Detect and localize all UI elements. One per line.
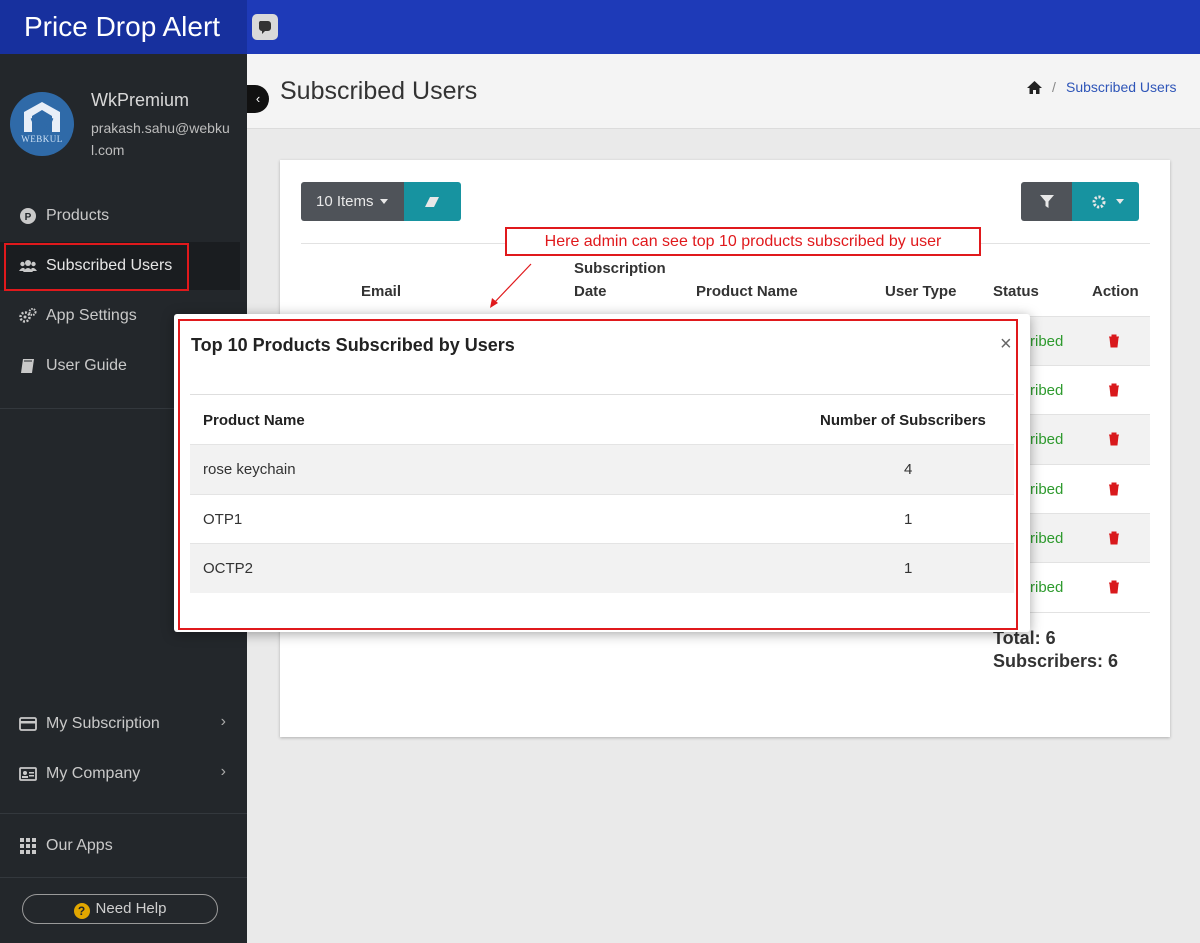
sidebar-divider [0,877,247,878]
need-help-label: Need Help [95,900,167,917]
webkul-logo-icon [24,102,60,134]
column-header-user-type[interactable]: User Type [885,283,956,300]
annotation-callout: Here admin can see top 10 products subsc… [505,227,981,256]
chevron-right-icon: › [220,713,226,730]
status-badge: ribed [1030,579,1064,596]
sidebar-item-label: My Company [46,765,141,782]
annotation-arrow-icon [490,263,532,308]
breadcrumb-current[interactable]: Subscribed Users [1066,79,1177,95]
column-header-status[interactable]: Status [993,283,1039,300]
trash-icon[interactable] [1108,482,1120,496]
chat-icon[interactable] [252,14,278,40]
column-header-product-name[interactable]: Product Name [696,283,798,300]
modal-column-header-product-name: Product Name [203,412,305,429]
modal-table-row: OCTP2 1 [190,543,1014,593]
modal-table-row: OTP1 1 [190,494,1014,544]
modal-divider [190,394,1014,395]
trash-icon[interactable] [1108,432,1120,446]
credit-card-icon [19,717,37,731]
caret-down-icon [379,199,388,204]
caret-down-icon [1116,199,1124,204]
subscriber-count: 4 [904,461,913,478]
status-badge: ribed [1030,333,1064,350]
sidebar-item-label: App Settings [46,307,137,324]
subscribers-count: Subscribers: 6 [993,651,1119,671]
trash-icon[interactable] [1108,334,1120,348]
product-name: OCTP2 [203,560,254,577]
column-header-email[interactable]: Email [361,283,401,300]
grid-icon [20,838,36,854]
status-badge: ribed [1030,481,1064,498]
sidebar-item-label: Our Apps [46,837,113,854]
sidebar-item-label: My Subscription [46,715,160,732]
status-badge: ribed [1030,530,1064,547]
account-name: WkPremium [91,90,189,110]
sidebar-item-my-company[interactable]: My Company › [0,750,240,798]
product-p-icon: P [20,208,36,224]
product-name: OTP1 [203,511,243,528]
app-title[interactable]: Price Drop Alert [0,0,247,54]
clear-filters-button[interactable] [404,182,461,221]
home-icon[interactable] [1026,80,1043,95]
gear-icon [1092,195,1106,209]
settings-dropdown-button[interactable] [1072,182,1139,221]
trash-icon[interactable] [1108,531,1120,545]
chevron-right-icon: › [220,763,226,780]
items-per-page-dropdown[interactable]: 10 Items [301,182,404,221]
filter-button[interactable] [1021,182,1072,221]
modal-column-header-subscribers: Number of Subscribers [820,412,986,429]
breadcrumb-separator: / [1052,79,1056,95]
subscriber-count: 1 [904,560,913,577]
sidebar-item-label: User Guide [46,357,127,374]
gears-icon [19,308,37,323]
question-icon: ? [73,903,90,919]
sidebar-divider [0,813,247,814]
svg-text:P: P [25,212,32,223]
filter-icon [1040,195,1054,208]
id-card-icon [19,767,37,781]
eraser-icon [425,197,439,207]
subscriber-count: 1 [904,511,913,528]
book-icon [21,359,34,373]
items-label: 10 Items [316,193,374,210]
close-icon[interactable]: × [1000,333,1012,356]
logo-text: WEBKUL [21,134,63,144]
sidebar-item-products[interactable]: P Products [0,192,240,240]
column-header-date[interactable]: Date [574,283,607,300]
status-badge: ribed [1030,382,1064,399]
modal-title: Top 10 Products Subscribed by Users [191,335,515,355]
page-title: Subscribed Users [280,77,478,105]
column-header-action[interactable]: Action [1092,283,1139,300]
sidebar-item-my-subscription[interactable]: My Subscription › [0,700,240,748]
trash-icon[interactable] [1108,580,1120,594]
status-badge: ribed [1030,431,1064,448]
column-header-subscription[interactable]: Subscription [574,260,666,277]
trash-icon[interactable] [1108,383,1120,397]
account-email: prakash.sahu@webkul.com [91,120,230,158]
product-name: rose keychain [203,461,296,478]
need-help-button[interactable]: ? Need Help [22,894,218,924]
sidebar-item-label: Products [46,207,110,224]
sidebar-item-our-apps[interactable]: Our Apps [0,822,240,870]
chevron-left-icon: ‹ [255,91,261,106]
avatar: WEBKUL [10,92,74,156]
sidebar-highlight-box [4,243,189,291]
modal-table-row: rose keychain 4 [190,444,1014,494]
